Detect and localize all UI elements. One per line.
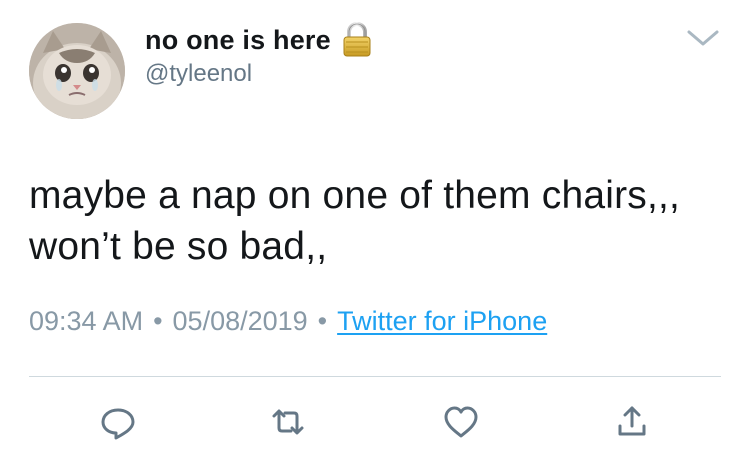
tweet-text: maybe a nap on one of them chairs,,, won… (29, 170, 729, 272)
heart-icon (444, 406, 478, 438)
avatar[interactable] (29, 23, 125, 119)
tweet-text-line: maybe a nap on one of them chairs,,, (29, 174, 681, 217)
share-icon (618, 406, 646, 436)
reply-icon (101, 408, 135, 440)
like-button[interactable] (441, 402, 481, 442)
tweet-meta: 09:34 AM • 05/08/2019 • Twitter for iPho… (29, 306, 547, 337)
display-name[interactable]: no one is here (145, 25, 331, 56)
tweet-text-line: won’t be so bad,, (29, 225, 328, 268)
share-button[interactable] (612, 402, 652, 442)
tweet-time: 09:34 AM (29, 306, 144, 336)
retweet-button[interactable] (268, 402, 308, 442)
handle[interactable]: @tyleenol (145, 60, 252, 88)
lock-icon (341, 22, 373, 58)
tweet-date: 05/08/2019 (172, 306, 308, 336)
tweet-card: no one is here @tyleenol maybe a nap on … (0, 0, 750, 468)
meta-separator: • (317, 306, 328, 336)
action-bar (0, 402, 750, 442)
chevron-down-icon[interactable] (685, 26, 721, 50)
divider (29, 376, 721, 377)
source-link[interactable]: Twitter for iPhone (337, 306, 547, 337)
meta-separator: • (153, 306, 163, 336)
retweet-icon (272, 409, 304, 435)
reply-button[interactable] (98, 402, 138, 442)
author-row: no one is here (145, 22, 373, 58)
crying-cat-avatar-icon (29, 23, 125, 119)
